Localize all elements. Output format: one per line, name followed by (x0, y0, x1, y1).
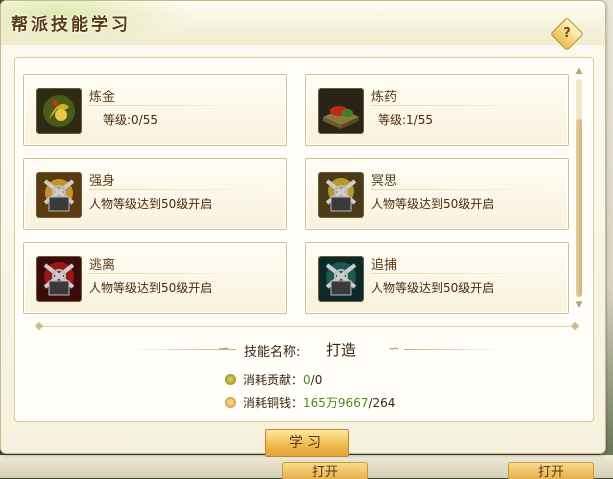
scroll-down-arrow-icon[interactable]: ▼ (574, 301, 584, 310)
divider (371, 273, 551, 274)
skill-name: 炼药 (371, 90, 398, 105)
skill-unlock-requirement: 人物等级达到50级开启 (371, 197, 495, 211)
skill-name-label: 技能名称: (244, 345, 301, 360)
learn-button[interactable]: 学习 (265, 429, 349, 457)
skill-name: 追捕 (371, 258, 398, 273)
contribution-total: /0 (310, 373, 323, 387)
locked-skill-icon (318, 256, 364, 302)
divider (371, 105, 551, 106)
money-cost: 消耗铜钱：165万9667/264 (225, 394, 395, 411)
alchemy-icon (36, 88, 82, 134)
skill-name: 炼金 (89, 90, 116, 105)
skill-card-alchemy[interactable]: 炼金 等级:0/55 (23, 74, 287, 146)
skill-name: 强身 (89, 174, 116, 189)
help-button[interactable]: ? (550, 17, 584, 51)
skill-card-meditation[interactable]: 冥思 人物等级达到50级开启 (305, 158, 569, 230)
medicine-icon (318, 88, 364, 134)
contribution-icon (225, 374, 236, 385)
skill-unlock-requirement: 人物等级达到50级开启 (89, 197, 213, 211)
divider (371, 189, 551, 190)
money-used: 165万9667 (303, 396, 369, 410)
swirl-ornament-icon: ∽ (388, 341, 400, 357)
scrollbar-thumb[interactable] (576, 119, 582, 297)
skill-name-value: 打造 (326, 341, 357, 359)
money-label: 消耗铜钱： (243, 396, 304, 410)
swirl-ornament-icon: ∽ (218, 341, 230, 357)
title-bar[interactable]: 帮派技能学习 ? (1, 1, 605, 51)
dialog-title: 帮派技能学习 (11, 15, 131, 35)
locked-skill-icon (36, 256, 82, 302)
contribution-label: 消耗贡献： (243, 373, 304, 387)
skill-name: 逃离 (89, 258, 116, 273)
skill-card-escape[interactable]: 逃离 人物等级达到50级开启 (23, 242, 287, 314)
contribution-used: 0 (303, 373, 311, 387)
divider (89, 105, 269, 106)
flourish-right (404, 349, 504, 350)
divider (89, 189, 269, 190)
skill-card-medicine[interactable]: 炼药 等级:1/55 (305, 74, 569, 146)
skill-detail-row: ∽ 技能名称: 打造 ∽ (126, 337, 506, 361)
skill-card-strengthen[interactable]: 强身 人物等级达到50级开启 (23, 158, 287, 230)
skill-unlock-requirement: 人物等级达到50级开启 (89, 281, 213, 295)
skill-unlock-requirement: 人物等级达到50级开启 (371, 281, 495, 295)
skill-card-pursuit[interactable]: 追捕 人物等级达到50级开启 (305, 242, 569, 314)
contribution-cost: 消耗贡献：0/0 (225, 371, 322, 388)
locked-skill-icon (36, 172, 82, 218)
skill-list-panel: 炼金 等级:0/55 炼药 等级:1/55 强身 人物等级达到50级开启 冥思 … (14, 57, 594, 422)
divider (89, 273, 269, 274)
guild-skill-dialog: 帮派技能学习 ? 炼金 等级:0/55 炼药 等级:1/55 强身 人物等级达到… (0, 0, 606, 457)
section-divider (39, 326, 575, 327)
background-open-button-2[interactable]: 打开 (508, 462, 594, 479)
copper-coin-icon (225, 397, 236, 408)
skill-name: 冥思 (371, 174, 398, 189)
help-icon: ? (563, 26, 571, 41)
background-open-button-1[interactable]: 打开 (282, 462, 368, 479)
locked-skill-icon (318, 172, 364, 218)
skill-level: 等级:1/55 (378, 113, 433, 127)
scroll-up-arrow-icon[interactable]: ▲ (574, 67, 584, 76)
skill-level: 等级:0/55 (103, 113, 158, 127)
money-total: /264 (368, 396, 396, 410)
